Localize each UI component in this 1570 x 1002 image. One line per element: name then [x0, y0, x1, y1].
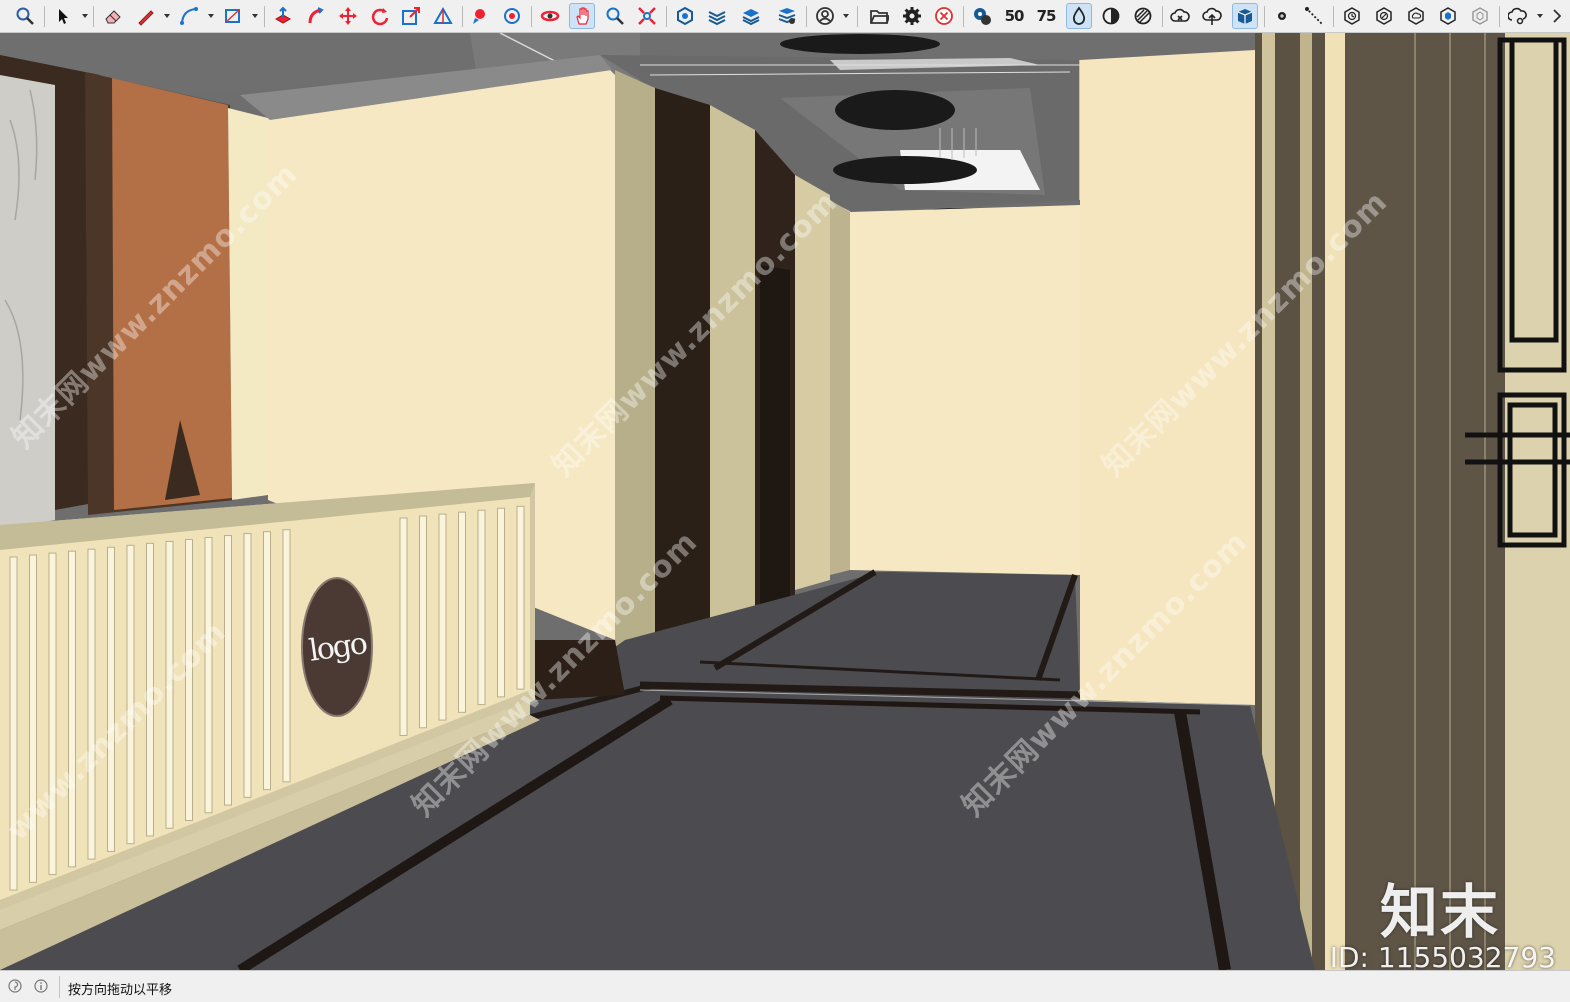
- arc-icon[interactable]: [176, 3, 202, 29]
- status-bar: 按方向拖动以平移: [0, 970, 1570, 1002]
- opacity-50-icon[interactable]: 50: [1001, 3, 1027, 29]
- cloud-x-icon[interactable]: [1167, 3, 1193, 29]
- zoom-window-icon[interactable]: [602, 3, 628, 29]
- brand-id: ID: 1155032793: [1329, 941, 1556, 970]
- rectangle-icon[interactable]: [220, 3, 246, 29]
- desk-slat: [477, 509, 486, 706]
- contrast-icon[interactable]: [1098, 3, 1124, 29]
- desk-slat: [282, 529, 291, 783]
- hex-compass-icon[interactable]: [1371, 3, 1397, 29]
- open-folder-icon[interactable]: [866, 3, 892, 29]
- desk-slat: [204, 537, 213, 814]
- desk-slat: [399, 517, 408, 737]
- main-toolbar: 50 75: [0, 0, 1570, 33]
- scenes-icon[interactable]: [774, 3, 800, 29]
- hex-cloud-icon[interactable]: [1403, 3, 1429, 29]
- info-icon[interactable]: [34, 979, 48, 993]
- components-icon[interactable]: [672, 3, 698, 29]
- hex-cube-icon[interactable]: [1435, 3, 1461, 29]
- desk-slat: [438, 513, 447, 721]
- desk-slat: [9, 556, 18, 891]
- desk-slat: [497, 507, 505, 698]
- corridor-scene: [0, 33, 1570, 970]
- orbit-icon[interactable]: [537, 3, 563, 29]
- look-around-icon[interactable]: [499, 3, 525, 29]
- close-circle-icon[interactable]: [931, 3, 957, 29]
- hex-box-icon[interactable]: [1467, 3, 1493, 29]
- user-icon[interactable]: [812, 3, 838, 29]
- desk-slat: [29, 554, 37, 883]
- package-icon[interactable]: [1232, 3, 1258, 29]
- desk-slat: [516, 505, 525, 690]
- opacity-75-icon[interactable]: 75: [1033, 3, 1059, 29]
- water-drop-icon[interactable]: [1066, 3, 1092, 29]
- zoom-extents-icon[interactable]: [634, 3, 660, 29]
- push-pull-icon[interactable]: [270, 3, 296, 29]
- logo-sign: logo: [303, 579, 371, 715]
- desk-slat: [48, 552, 57, 876]
- desk-slat: [224, 535, 232, 806]
- overflow-icon[interactable]: [1548, 3, 1568, 29]
- logo-sign-text: logo: [306, 625, 368, 669]
- desk-slat: [68, 550, 76, 868]
- desk-slat: [87, 548, 96, 860]
- desk-slat: [263, 531, 271, 791]
- desk-slat: [419, 515, 427, 729]
- move-icon[interactable]: [335, 3, 361, 29]
- styles-icon[interactable]: [738, 3, 764, 29]
- desk-slat: [146, 542, 154, 837]
- rotate-icon[interactable]: [367, 3, 393, 29]
- geo-location-icon[interactable]: [8, 979, 22, 993]
- desk-slat: [126, 544, 135, 845]
- settings-gear-icon[interactable]: [899, 3, 925, 29]
- follow-me-icon[interactable]: [303, 3, 329, 29]
- protractor-icon[interactable]: [430, 3, 456, 29]
- status-text: 按方向拖动以平移: [68, 983, 173, 998]
- desk-slat: [185, 538, 193, 821]
- desk-slat: [107, 546, 115, 852]
- desk-slat: [243, 533, 252, 798]
- desk-slat: [165, 540, 174, 829]
- hex-clock-icon[interactable]: [1339, 3, 1365, 29]
- layers-icon[interactable]: [704, 3, 730, 29]
- hatch-icon[interactable]: [1130, 3, 1156, 29]
- scale-icon[interactable]: [398, 3, 424, 29]
- brand-mark: 知末: [1379, 878, 1500, 946]
- 3d-viewport[interactable]: logo 知末网www.znzmo.com 知末网www.znzmo.com 知…: [0, 33, 1570, 970]
- dashed-line-icon[interactable]: [1301, 3, 1327, 29]
- render-icon[interactable]: [969, 3, 995, 29]
- cloud-upload-icon[interactable]: [1199, 3, 1225, 29]
- pan-icon[interactable]: [569, 3, 595, 29]
- desk-slat: [458, 511, 466, 713]
- eraser-icon[interactable]: [100, 3, 126, 29]
- zoom-icon[interactable]: [12, 3, 38, 29]
- position-camera-icon[interactable]: [467, 3, 493, 29]
- cloud-gear-icon[interactable]: [1505, 3, 1531, 29]
- line-icon[interactable]: [133, 3, 159, 29]
- point-icon[interactable]: [1269, 3, 1295, 29]
- select-icon[interactable]: [50, 3, 76, 29]
